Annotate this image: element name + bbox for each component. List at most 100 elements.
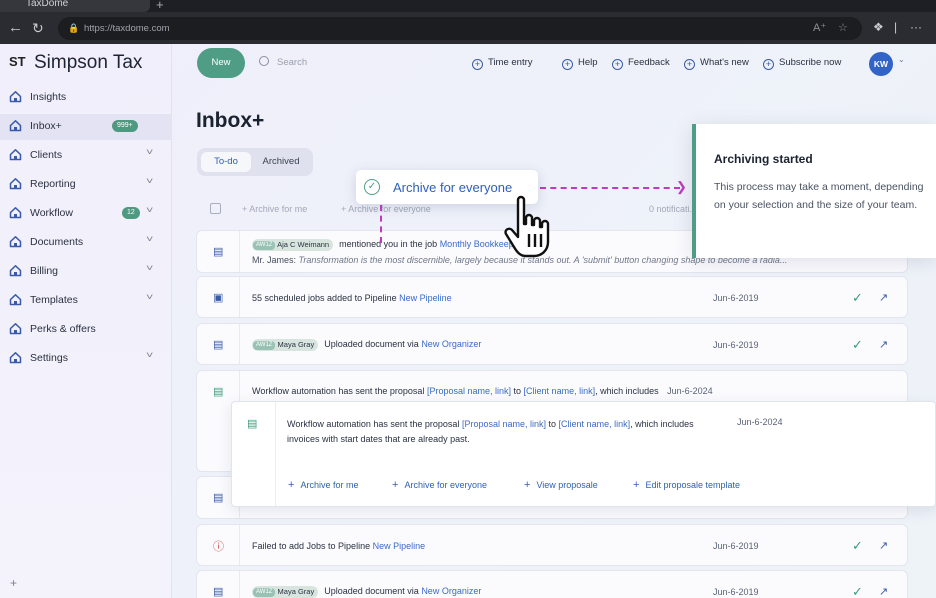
- time-entry-button[interactable]: + Time entry: [472, 57, 533, 70]
- favorite-star-icon[interactable]: ☆: [838, 17, 848, 40]
- chevron-down-icon[interactable]: ˅: [146, 234, 153, 244]
- edit-proposal-template-button[interactable]: + Edit proposale template: [633, 479, 740, 491]
- count-badge: 12: [122, 207, 140, 219]
- home-icon: [9, 264, 22, 277]
- plus-circle-icon: +: [562, 59, 573, 70]
- mark-done-icon[interactable]: ✓: [852, 337, 863, 353]
- read-aloud-icon[interactable]: A⁺: [813, 17, 826, 40]
- archive-for-everyone-button[interactable]: + Archive for everyone: [341, 204, 431, 214]
- sidebar-item-documents[interactable]: Documents ˅: [0, 230, 172, 256]
- url-field[interactable]: 🔒 https://taxdome.com A⁺ ☆: [58, 17, 862, 40]
- sidebar-item-templates[interactable]: Templates ˅: [0, 288, 172, 314]
- app-window: ST Simpson Tax Insights Inbox+ 999+ Clients…: [0, 44, 936, 598]
- mark-done-icon[interactable]: ✓: [852, 290, 863, 306]
- document-icon: ▤: [213, 339, 224, 351]
- avatar[interactable]: KW: [869, 52, 893, 76]
- lock-icon: 🔒: [68, 23, 80, 33]
- dashed-connector: [380, 205, 382, 243]
- organizer-link[interactable]: New Organizer: [421, 339, 481, 349]
- mark-done-icon[interactable]: ✓: [852, 584, 863, 598]
- home-icon: [9, 177, 22, 190]
- chevron-down-icon[interactable]: ˅: [146, 350, 153, 360]
- list-item[interactable]: ⓘ Failed to add Jobs to Pipeline New Pip…: [196, 524, 908, 566]
- sidebar: ST Simpson Tax Insights Inbox+ 999+ Clients…: [0, 44, 172, 598]
- sidebar-item-inbox[interactable]: Inbox+ 999+: [0, 114, 172, 140]
- home-icon: [9, 148, 22, 161]
- new-button[interactable]: New: [197, 48, 245, 78]
- hand-cursor-icon: [504, 195, 550, 258]
- browser-tab[interactable]: TaxDome: [0, 0, 150, 12]
- proposal-icon: ▤: [247, 418, 258, 430]
- chevron-down-icon[interactable]: ˅: [146, 176, 153, 186]
- home-icon: [9, 119, 22, 132]
- address-bar-row: ← ↻ 🔒 https://taxdome.com A⁺ ☆ ❖ | ···: [0, 12, 936, 44]
- help-button[interactable]: + Help: [562, 57, 598, 70]
- sidebar-item-reporting[interactable]: Reporting ˅: [0, 172, 172, 198]
- mark-done-icon[interactable]: ✓: [852, 538, 863, 554]
- pipeline-link[interactable]: New Pipeline: [399, 293, 452, 303]
- toast-message: This process may take a moment, dependin…: [714, 181, 924, 211]
- chevron-down-icon[interactable]: ⌄: [898, 55, 905, 64]
- proposal-link[interactable]: [Proposal name, link]: [462, 419, 546, 429]
- whats-new-button[interactable]: + What's new: [684, 57, 749, 70]
- organizer-link[interactable]: New Organizer: [421, 586, 481, 596]
- chevron-down-icon[interactable]: ˅: [146, 205, 153, 215]
- open-external-icon[interactable]: ↗: [879, 291, 888, 304]
- list-item[interactable]: ▤ AW1Z Maya Gray Uploaded document via Ne…: [196, 323, 908, 365]
- user-tag: AW1Z Maya Gray: [252, 586, 319, 598]
- proposal-icon: ▤: [213, 386, 224, 398]
- back-icon[interactable]: ←: [8, 18, 23, 38]
- url-text: https://taxdome.com: [84, 23, 170, 34]
- plus-circle-icon: +: [472, 59, 483, 70]
- sidebar-item-insights[interactable]: Insights: [0, 85, 172, 111]
- view-proposal-button[interactable]: + View proposale: [524, 479, 598, 491]
- sidebar-item-settings[interactable]: Settings ˅: [0, 346, 172, 372]
- alert-circle-icon: ⓘ: [213, 541, 224, 553]
- open-external-icon[interactable]: ↗: [879, 585, 888, 598]
- chevron-down-icon[interactable]: ˅: [146, 263, 153, 273]
- comment-icon: ▤: [213, 246, 224, 258]
- chevron-down-icon[interactable]: ˅: [146, 292, 153, 302]
- sidebar-item-billing[interactable]: Billing ˅: [0, 259, 172, 285]
- home-icon: [9, 293, 22, 306]
- card-date: Jun-6-2024: [737, 417, 783, 427]
- new-tab-icon[interactable]: +: [156, 0, 164, 12]
- document-icon: ▤: [213, 586, 224, 598]
- toast-title: Archiving started: [714, 152, 813, 166]
- notification-count: 0 notificati...: [649, 204, 698, 214]
- logo: ST: [9, 54, 26, 69]
- select-all-checkbox[interactable]: [210, 203, 221, 214]
- pipeline-link[interactable]: New Pipeline: [373, 541, 426, 551]
- page-title: Inbox+: [196, 109, 265, 132]
- count-badge: 999+: [112, 120, 138, 132]
- list-item[interactable]: ▣ 55 scheduled jobs added to Pipeline Ne…: [196, 276, 908, 318]
- dashed-arrow-line: [540, 187, 680, 189]
- arrow-head-icon: ❯: [676, 179, 687, 194]
- divider-icon: |: [894, 20, 898, 34]
- client-link[interactable]: [Client name, link]: [559, 419, 631, 429]
- subscribe-button[interactable]: + Subscribe now: [763, 57, 841, 70]
- feedback-button[interactable]: + Feedback: [612, 57, 670, 70]
- tab-switcher: To-do Archived: [197, 148, 313, 176]
- card-archive-for-everyone-button[interactable]: + Archive for everyone: [392, 479, 487, 491]
- chevron-down-icon[interactable]: ˅: [146, 147, 153, 157]
- home-icon: [9, 206, 22, 219]
- add-icon[interactable]: +: [10, 576, 17, 590]
- tab-archived[interactable]: Archived: [256, 152, 306, 172]
- sidebar-item-perks-offers[interactable]: Perks & offers: [0, 317, 172, 343]
- archiving-toast: Archiving started This process may take …: [692, 124, 936, 258]
- tab-todo[interactable]: To-do: [201, 152, 251, 172]
- sidebar-item-workflow[interactable]: Workflow 12 ˅: [0, 201, 172, 227]
- list-item[interactable]: ▤ AW1Z Maya Gray Uploaded document via Ne…: [196, 570, 908, 598]
- open-external-icon[interactable]: ↗: [879, 539, 888, 552]
- card-archive-for-me-button[interactable]: + Archive for me: [288, 479, 358, 491]
- reload-icon[interactable]: ↻: [32, 18, 44, 38]
- sidebar-item-clients[interactable]: Clients ˅: [0, 143, 172, 169]
- browser-tab-bar: TaxDome +: [0, 0, 936, 12]
- plus-circle-icon: +: [684, 59, 695, 70]
- extensions-icon[interactable]: ❖: [873, 20, 884, 34]
- archive-for-me-button[interactable]: + Archive for me: [242, 204, 307, 214]
- more-options-icon[interactable]: ···: [910, 20, 922, 34]
- open-external-icon[interactable]: ↗: [879, 338, 888, 351]
- search-icon: [259, 56, 269, 66]
